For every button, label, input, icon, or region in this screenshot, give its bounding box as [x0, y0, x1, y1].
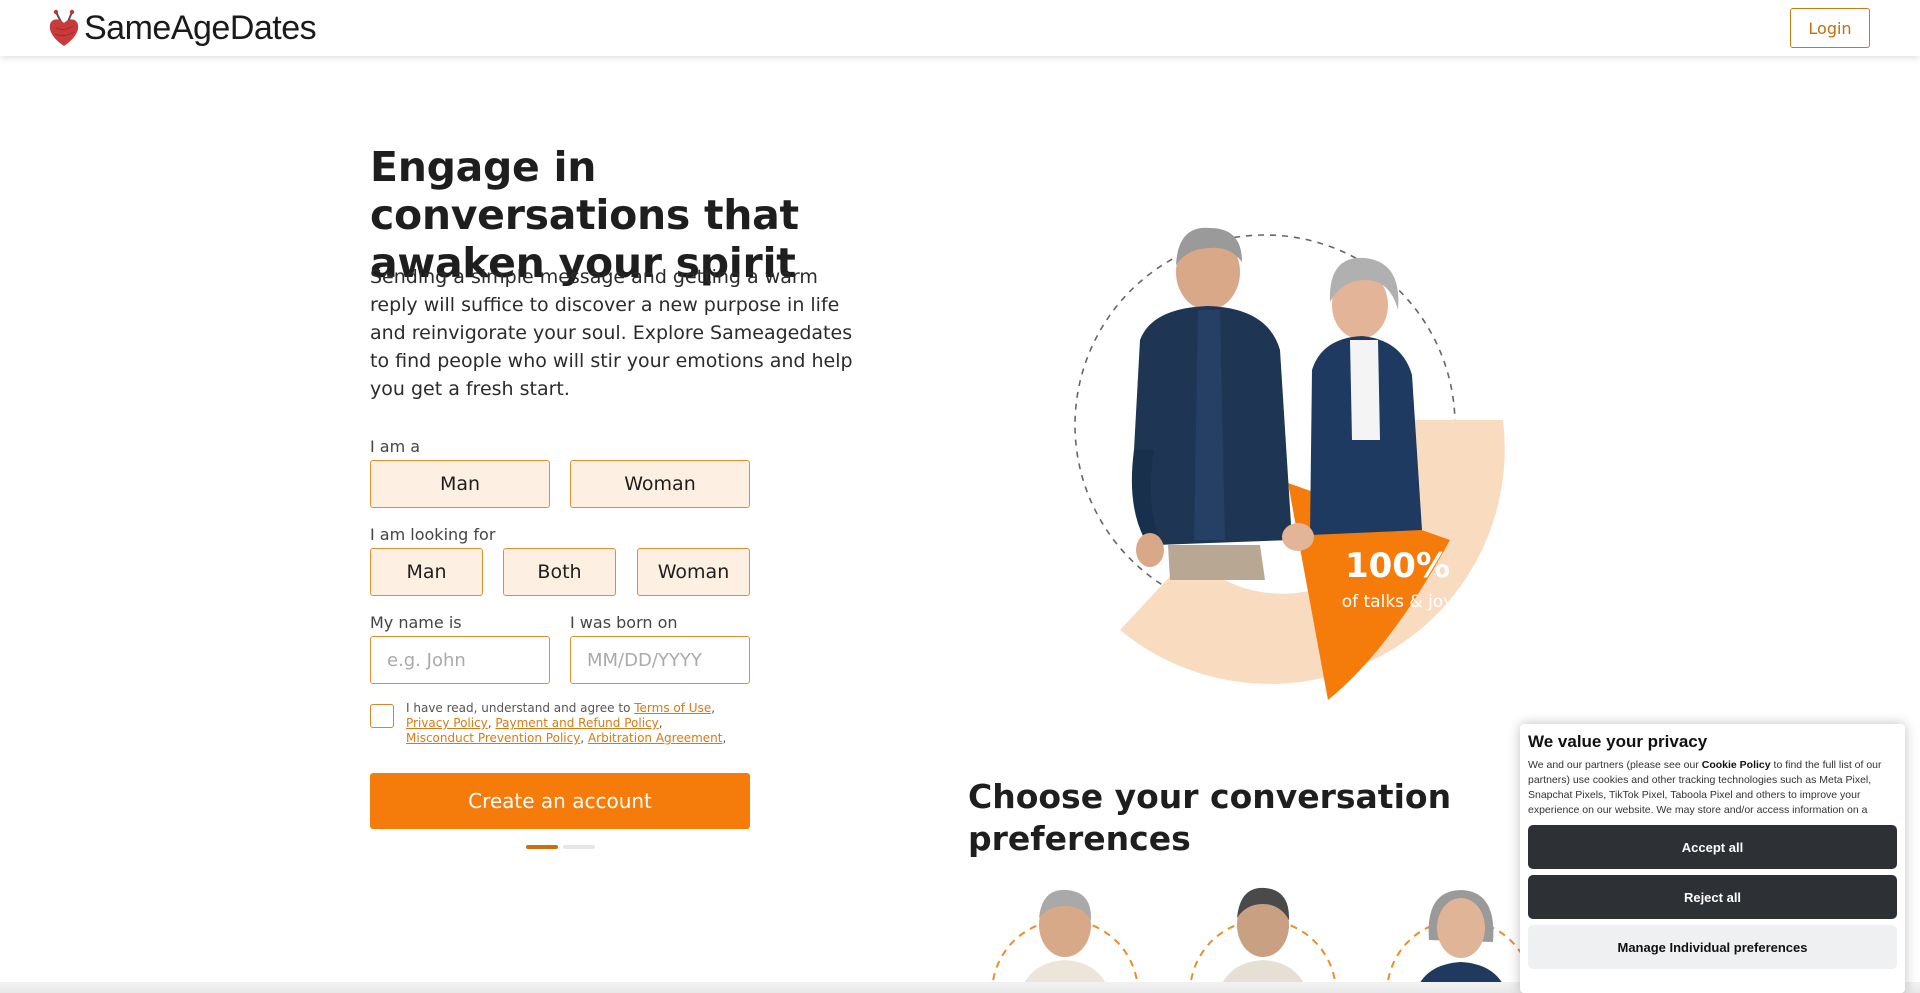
avatar-man-dark-icon — [1189, 887, 1337, 993]
accept-all-button[interactable]: Accept all — [1528, 825, 1897, 869]
iam-woman-option[interactable]: Woman — [570, 460, 750, 508]
logo[interactable]: SameAgeDates — [48, 8, 317, 48]
cookie-title: We value your privacy — [1528, 732, 1708, 751]
cookie-consent-panel: We value your privacy We and our partner… — [1520, 724, 1905, 993]
cookie-text-prefix: We and our partners (please see our — [1528, 759, 1699, 771]
hero-couple-illustration — [1074, 227, 1505, 700]
preferences-title: Choose your conversation preferences — [968, 777, 1452, 858]
misconduct-policy-link[interactable]: Misconduct Prevention Policy — [406, 731, 580, 745]
iam-man-option[interactable]: Man — [370, 460, 550, 508]
birthdate-input[interactable] — [570, 636, 750, 684]
login-button[interactable]: Login — [1790, 8, 1870, 48]
arbitration-link[interactable]: Arbitration Agreement — [588, 731, 723, 745]
cookie-text: We and our partners (please see our Cook… — [1528, 758, 1897, 818]
logo-text: SameAgeDates — [84, 8, 317, 47]
terms-prefix: I have read, understand and agree to — [406, 701, 631, 715]
privacy-policy-link[interactable]: Privacy Policy — [406, 716, 488, 730]
manage-preferences-button[interactable]: Manage Individual preferences — [1528, 925, 1897, 969]
slide-indicator-active[interactable] — [526, 845, 558, 849]
payment-policy-link[interactable]: Payment and Refund Policy — [495, 716, 658, 730]
looking-man-option[interactable]: Man — [370, 548, 483, 596]
cookie-policy-link[interactable]: Cookie Policy — [1702, 759, 1771, 771]
terms-text: I have read, understand and agree to Ter… — [406, 701, 727, 745]
terms-of-use-link[interactable]: Terms of Use — [634, 701, 711, 715]
slide-indicator[interactable] — [563, 845, 595, 849]
looking-both-option[interactable]: Both — [503, 548, 616, 596]
site-header: SameAgeDates Login — [0, 0, 1920, 56]
avatar-man-gray-icon — [991, 889, 1139, 993]
name-label: My name is — [370, 613, 462, 632]
avatar-woman-icon — [1386, 890, 1534, 993]
name-input[interactable] — [370, 636, 550, 684]
reject-all-button[interactable]: Reject all — [1528, 875, 1897, 919]
hero-description: Sending a simple message and getting a w… — [370, 266, 853, 400]
looking-label: I am looking for — [370, 525, 496, 544]
stat-caption: of talks & joy — [1341, 592, 1454, 612]
terms-checkbox[interactable] — [370, 704, 394, 728]
create-account-button[interactable]: Create an account — [370, 773, 750, 829]
born-label: I was born on — [570, 613, 678, 632]
looking-woman-option[interactable]: Woman — [637, 548, 750, 596]
iam-label: I am a — [370, 437, 421, 456]
heart-yarn-icon — [49, 9, 79, 46]
stat-value: 100% — [1344, 546, 1451, 586]
